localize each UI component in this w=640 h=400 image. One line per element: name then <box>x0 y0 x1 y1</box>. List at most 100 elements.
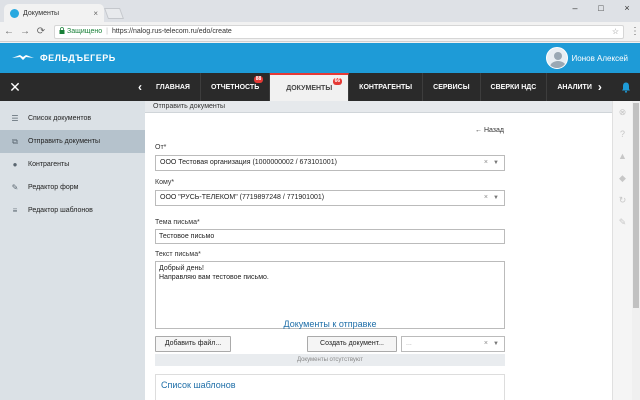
from-value: ООО Тестовая организация (1000000002 / 6… <box>160 159 337 166</box>
address-bar-row: ← → ⟳ Защищено | https://nalog.rus-telec… <box>0 22 640 42</box>
tab-label: СЕРВИСЫ <box>433 83 470 91</box>
app-header: ФЕЛЬДЪЕГЕРЬ Ионов Алексей <box>0 43 640 73</box>
template-editor-icon: ≡ <box>12 206 18 215</box>
tab-services[interactable]: СЕРВИСЫ <box>423 73 481 101</box>
sidebar-item-counterparties[interactable]: ● Контрагенты <box>0 153 145 176</box>
minimize-button[interactable]: – <box>562 0 588 16</box>
help-icon[interactable]: ? <box>613 123 632 145</box>
clear-icon[interactable]: × <box>484 191 488 205</box>
forward-button[interactable]: → <box>18 26 32 37</box>
page-scrollbar[interactable] <box>632 101 640 400</box>
refresh-icon[interactable]: ↻ <box>613 189 632 211</box>
main-content: Отправить документы ← Назад От* ООО Тест… <box>145 101 612 400</box>
back-arrow-icon: ← <box>474 127 482 134</box>
lock-icon <box>59 27 65 36</box>
reload-button[interactable]: ⟳ <box>34 26 48 37</box>
close-window-button[interactable]: × <box>614 0 640 16</box>
nav-prev-icon[interactable]: ‹ <box>134 73 146 101</box>
url-separator: | <box>106 28 108 35</box>
tab-label: АНАЛИТИ <box>557 83 592 91</box>
create-document-button[interactable]: Создать документ... <box>307 336 397 352</box>
list-icon: ☰ <box>11 114 19 123</box>
back-button[interactable]: ← <box>2 26 16 37</box>
sidebar-item-template-editor[interactable]: ≡ Редактор шаблонов <box>0 199 145 222</box>
maximize-button[interactable]: □ <box>588 0 614 16</box>
sidebar-item-form-editor[interactable]: ✎ Редактор форм <box>0 176 145 199</box>
close-circle-icon[interactable]: ⊗ <box>613 101 632 123</box>
to-label: Кому* <box>155 179 175 186</box>
from-select[interactable]: ООО Тестовая организация (1000000002 / 6… <box>155 155 505 171</box>
nav-next-icon[interactable]: › <box>594 73 606 101</box>
from-label: От* <box>155 144 167 151</box>
sidebar-item-label: Редактор шаблонов <box>28 207 93 214</box>
tab-label: ДОКУМЕНТЫ <box>286 84 333 92</box>
subject-input[interactable]: Тестовое письмо <box>155 229 505 244</box>
chat-icon[interactable]: ◆ <box>613 167 632 189</box>
body-label: Текст письма* <box>155 251 201 258</box>
tab-main[interactable]: ГЛАВНАЯ <box>146 73 201 101</box>
templates-title: Список шаблонов <box>161 380 236 390</box>
templates-panel: Список шаблонов <box>155 374 505 400</box>
url-input[interactable]: Защищено | https://nalog.rus-telecom.ru/… <box>54 24 624 39</box>
to-value: ООО "РУСЬ-ТЕЛЕКОМ" (7719897248 / 7719010… <box>160 194 325 201</box>
clear-icon[interactable]: × <box>484 337 488 351</box>
wing-logo-icon <box>12 55 34 60</box>
tab-badge: 88 <box>253 76 264 83</box>
browser-menu-icon[interactable]: ⋮ <box>630 26 640 37</box>
tab-close-icon[interactable]: × <box>93 9 98 18</box>
tab-badge: 66 <box>332 78 343 85</box>
tab-reporting[interactable]: ОТЧЕТНОСТЬ 88 <box>201 73 271 101</box>
body-line: Добрый день! <box>159 265 204 272</box>
document-type-select[interactable]: ... × ▼ <box>401 336 505 352</box>
browser-tabstrip: Документы × – □ × <box>0 0 640 22</box>
contacts-icon: ● <box>12 160 18 169</box>
warning-icon[interactable]: ▲ <box>613 145 632 167</box>
sidebar: ☰ Список документов ⧉ Отправить документ… <box>0 101 145 400</box>
subject-label: Тема письма* <box>155 219 200 226</box>
user-menu[interactable]: Ионов Алексей <box>545 47 628 69</box>
tab-documents[interactable]: ДОКУМЕНТЫ 66 <box>270 73 350 101</box>
sidebar-item-send-documents[interactable]: ⧉ Отправить документы <box>0 130 145 153</box>
browser-tab[interactable]: Документы × <box>4 4 104 22</box>
window-controls: – □ × <box>562 0 640 16</box>
back-label: Назад <box>483 127 504 134</box>
notifications-bell-icon[interactable] <box>612 73 640 101</box>
browser-tab-title: Документы <box>23 9 60 17</box>
brand-name: ФЕЛЬДЪЕГЕРЬ <box>40 53 116 63</box>
tab-analytics[interactable]: АНАЛИТИ <box>547 73 594 101</box>
add-file-button[interactable]: Добавить файл... <box>155 336 231 352</box>
sidebar-item-label: Редактор форм <box>28 184 79 191</box>
no-documents-message: Документы отсутствуют <box>155 354 505 366</box>
form-editor-icon: ✎ <box>11 183 19 192</box>
tab-label: КОНТРАГЕНТЫ <box>359 83 413 91</box>
close-menu-icon[interactable]: ✕ <box>0 73 30 101</box>
edit-icon[interactable]: ✎ <box>613 211 632 233</box>
documents-section-title: Документы к отправке <box>283 319 377 329</box>
avatar <box>545 47 568 69</box>
sidebar-item-document-list[interactable]: ☰ Список документов <box>0 107 145 130</box>
scrollbar-thumb[interactable] <box>633 103 639 308</box>
send-icon: ⧉ <box>12 137 18 146</box>
tab-label: ГЛАВНАЯ <box>156 83 190 91</box>
favicon-icon <box>10 8 19 18</box>
body-line: Направляю вам тестовое письмо. <box>159 274 269 281</box>
tab-label: ОТЧЕТНОСТЬ <box>210 83 260 91</box>
new-tab-button[interactable] <box>103 8 125 19</box>
tab-counterparties[interactable]: КОНТРАГЕНТЫ <box>349 73 424 101</box>
brand-logo[interactable]: ФЕЛЬДЪЕГЕРЬ <box>12 53 116 63</box>
clear-icon[interactable]: × <box>484 156 488 170</box>
secure-label: Защищено <box>67 28 103 35</box>
chevron-down-icon[interactable]: ▼ <box>493 156 499 170</box>
sidebar-item-label: Отправить документы <box>28 138 101 145</box>
breadcrumb: Отправить документы <box>145 101 612 113</box>
document-type-placeholder: ... <box>406 340 412 347</box>
chevron-down-icon[interactable]: ▼ <box>493 191 499 205</box>
back-link[interactable]: ← Назад <box>475 127 504 134</box>
bookmark-star-icon[interactable]: ☆ <box>612 27 619 36</box>
to-select[interactable]: ООО "РУСЬ-ТЕЛЕКОМ" (7719897248 / 7719010… <box>155 190 505 206</box>
url-text: https://nalog.rus-telecom.ru/edo/create <box>111 28 232 35</box>
tab-vat-reconciliation[interactable]: СВЕРКИ НДС <box>481 73 548 101</box>
chevron-down-icon[interactable]: ▼ <box>493 337 499 351</box>
right-tool-rail: ⊗ ? ▲ ◆ ↻ ✎ <box>612 101 632 400</box>
